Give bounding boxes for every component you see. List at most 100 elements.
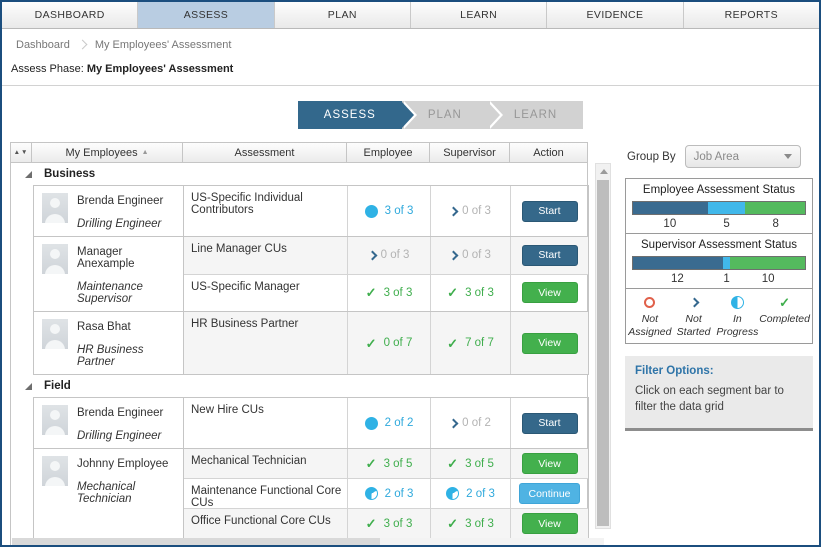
collapse-triangle-icon[interactable] [25,382,32,390]
group-by-dropdown[interactable]: Job Area [684,145,801,168]
employee-row: Manager Anexample Maintenance Supervisor L… [33,236,589,312]
assessment-row: HR Business Partner ✓ 0 of 7 ✓ 7 of 7 View [184,312,588,374]
status-text: 2 of 3 [384,487,414,500]
employee-row: Rasa Bhat HR Business Partner HR Business … [33,311,589,375]
phase-step-assess[interactable]: ASSESS [297,101,417,129]
tab-reports[interactable]: REPORTS [684,2,819,28]
collapse-triangle-icon[interactable] [25,170,32,178]
status-text: 3 of 3 [383,286,413,299]
in-progress-icon [364,487,378,500]
segment-values: 10 5 8 [632,215,806,232]
phase-title: My Employees' Assessment [86,63,234,75]
group-row-business[interactable]: Business [11,163,587,185]
employee-name-cell: Rasa Bhat HR Business Partner [34,312,184,374]
completed-icon: ✓ [365,285,377,301]
grid-vertical-scrollbar[interactable] [595,163,611,529]
tab-assess[interactable]: ASSESS [138,2,275,28]
view-button[interactable]: View [521,453,578,474]
phase-stepper: ASSESS PLAN LEARN [62,101,819,129]
col-header-my-employees[interactable]: My Employees ▲ [32,142,183,163]
start-button[interactable]: Start [521,244,578,266]
group-row-field[interactable]: Field [11,375,587,397]
breadcrumb-dashboard-link[interactable]: Dashboard [16,39,70,51]
breadcrumb-current: My Employees' Assessment [94,39,232,51]
avatar [42,319,68,349]
bar-segment-in-progress[interactable] [722,257,731,269]
horizontal-scrollbar-thumb[interactable] [12,538,380,545]
legend-label: Completed [759,313,810,325]
assessment-name: US-Specific Manager [184,274,348,311]
completed-icon: ✓ [779,294,791,310]
status-cell-s: ✓ 3 of 5 [431,449,511,478]
avatar [42,456,68,486]
completed-icon: ✓ [447,285,459,301]
status-text: 2 of 3 [466,487,495,500]
completed-icon: ✓ [365,516,377,531]
employee-job-title: Maintenance Supervisor [77,281,143,305]
bar-segment-not-started[interactable] [633,257,723,269]
status-cell-e: 2 of 2 [348,398,431,448]
action-cell: Start [511,186,588,236]
tab-dashboard[interactable]: DASHBOARD [2,2,139,28]
filter-options-box: Filter Options: Click on each segment ba… [625,356,813,432]
status-charts: Employee Assessment Status 10 5 8 Supervisor… [625,178,813,289]
segment-value: 10 [761,273,775,285]
employee-name: Rasa Bhat [77,321,131,333]
sort-toggle-header[interactable]: ▲▼ [10,142,32,163]
tab-evidence[interactable]: EVIDENCE [547,2,684,28]
assessment-row: Maintenance Functional Core CUs 2 of 3 2 o… [184,479,588,509]
col-header-action: Action [510,142,588,163]
assessment-row: Line Manager CUs 0 of 3 0 of 3 Start [184,237,588,275]
view-button[interactable]: View [521,282,578,304]
status-cell-s: ✓ 3 of 3 [431,509,511,538]
top-nav-tabs: DASHBOARD ASSESS PLAN LEARN EVIDENCE REPORTS [2,2,819,29]
status-chart: Supervisor Assessment Status 12 1 10 [625,233,813,289]
group-label: Business [44,168,96,180]
status-cell-e: 2 of 3 [348,479,431,508]
grid-body: Business Brenda Engineer Drilling Engineer… [10,163,589,545]
status-text: 3 of 5 [383,457,413,470]
status-cell-s: 0 of 2 [431,398,511,448]
avatar [42,193,68,223]
grid-horizontal-scrollbar[interactable] [12,538,604,545]
view-button[interactable]: View [521,332,578,354]
action-cell: View [511,449,588,478]
bar-segment-completed[interactable] [745,202,805,214]
app-window: DASHBOARD ASSESS PLAN LEARN EVIDENCE REPORTS … [0,0,821,547]
segment-value: 5 [723,218,730,230]
col-header-assessment[interactable]: Assessment [183,142,347,163]
view-button[interactable]: View [521,513,578,534]
assessment-name: Mechanical Technician [184,449,348,478]
status-text: 0 of 3 [380,249,410,262]
filter-options-title: Filter Options: [635,365,714,378]
breadcrumb-chevron-icon [77,39,88,50]
continue-button[interactable]: Continue [519,483,580,504]
start-button[interactable]: Start [521,200,578,222]
status-cell-e: 0 of 3 [348,237,431,274]
col-header-supervisor[interactable]: Supervisor [430,142,510,163]
status-cell-s: 0 of 3 [431,237,511,274]
completed-icon: ✓ [447,516,459,531]
col-header-employee[interactable]: Employee [347,142,430,163]
in-progress-icon [364,204,378,218]
legend-label: In Progress [716,313,759,338]
segment-value: 1 [723,273,730,285]
scroll-up-arrow-icon[interactable] [600,169,608,174]
start-button[interactable]: Start [521,412,578,434]
completed-icon: ✓ [447,456,459,471]
bar-segment-in-progress[interactable] [707,202,746,214]
status-cell-e: 3 of 3 [348,186,431,236]
employee-row: Johnny Employee Mechanical Technician Mech… [33,448,589,539]
status-cell-s: 2 of 3 [431,479,511,508]
bar-segment-not-started[interactable] [633,202,708,214]
tab-learn[interactable]: LEARN [411,2,548,28]
status-legend: Not Assigned Not Started In Progress ✓ Compl… [625,288,813,345]
tab-plan[interactable]: PLAN [275,2,411,28]
bar-segment-completed[interactable] [730,257,805,269]
status-text: 2 of 2 [384,417,414,429]
status-text: 3 of 3 [383,517,413,530]
employee-name-cell: Manager Anexample Maintenance Supervisor [34,237,184,311]
vertical-scrollbar-thumb[interactable] [597,180,609,526]
employee-job-title: Mechanical Technician [77,481,136,505]
filter-options-text: Click on each segment bar to filter the … [635,385,784,413]
